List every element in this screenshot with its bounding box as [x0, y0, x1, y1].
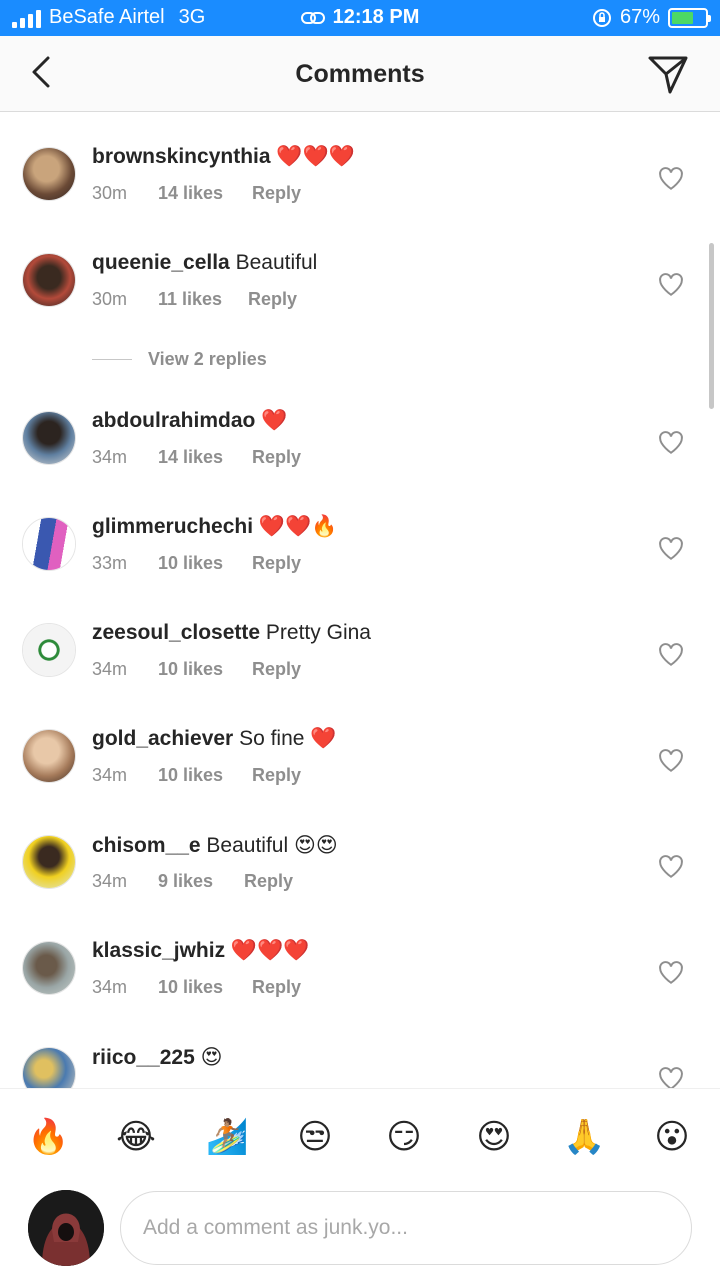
- reply-button[interactable]: Reply: [252, 659, 301, 680]
- comment-likes[interactable]: 11 likes: [158, 289, 248, 310]
- comment-text: So fine: [239, 727, 305, 750]
- hooded-figure-icon: [28, 1190, 104, 1266]
- avatar[interactable]: [22, 411, 76, 465]
- heart-icon[interactable]: [658, 1066, 684, 1088]
- comment-username[interactable]: gold_achiever: [92, 727, 233, 750]
- comments-list[interactable]: brownskincynthia ❤️❤️❤️ 30m 14 likes Reply…: [0, 113, 720, 1088]
- comment-time: 30m: [92, 289, 128, 309]
- comment-likes[interactable]: 14 likes: [158, 183, 252, 204]
- comment-time: 34m: [92, 977, 128, 997]
- comment-row: riico__225 😍: [0, 1045, 720, 1088]
- reply-button[interactable]: Reply: [244, 871, 293, 892]
- comment-composer: [0, 1184, 720, 1280]
- heart-icon[interactable]: [658, 430, 684, 456]
- comment-likes[interactable]: 10 likes: [158, 765, 252, 786]
- comment-row: chisom__e Beautiful 😍😍 34m 9 likes Reply: [0, 833, 720, 923]
- emoji-surfer-button[interactable]: 🏄🏽: [206, 1117, 248, 1157]
- comment-likes[interactable]: 14 likes: [158, 447, 252, 468]
- link-icon: [300, 11, 325, 24]
- comment-row: glimmeruchechi ❤️❤️🔥 33m 10 likes Reply: [0, 515, 720, 605]
- avatar[interactable]: [22, 1047, 76, 1088]
- emoji-laughing-button[interactable]: 😂: [116, 1117, 156, 1157]
- my-avatar[interactable]: [28, 1190, 104, 1266]
- comment-username[interactable]: glimmeruchechi: [92, 515, 253, 538]
- comment-emoji: ❤️: [261, 409, 288, 432]
- comment-likes[interactable]: 10 likes: [158, 659, 252, 680]
- comment-input[interactable]: [120, 1191, 692, 1265]
- comment-time: 34m: [92, 447, 128, 467]
- paper-plane-icon[interactable]: [646, 52, 690, 96]
- comment-emoji: 😍😍: [293, 834, 338, 857]
- reply-button[interactable]: Reply: [252, 765, 301, 786]
- emoji-heart-eyes-button[interactable]: 😍: [474, 1117, 514, 1157]
- comment-emoji: ❤️: [310, 727, 337, 750]
- avatar[interactable]: [22, 835, 76, 889]
- avatar[interactable]: [22, 253, 76, 307]
- comment-time: 34m: [92, 871, 128, 891]
- comment-time: 30m: [92, 183, 128, 203]
- comment-emoji: ❤️❤️🔥: [258, 515, 338, 538]
- heart-icon[interactable]: [658, 960, 684, 986]
- comment-username[interactable]: abdoulrahimdao: [92, 409, 255, 432]
- avatar[interactable]: [22, 729, 76, 783]
- comment-emoji: 😍: [200, 1046, 223, 1069]
- comment-time: 34m: [92, 659, 128, 679]
- reply-button[interactable]: Reply: [252, 977, 301, 998]
- comment-row: queenie_cella Beautiful 30m 11 likes Reply: [0, 251, 720, 341]
- avatar[interactable]: [22, 623, 76, 677]
- comment-username[interactable]: brownskincynthia: [92, 145, 271, 168]
- comment-text: Pretty Gina: [265, 621, 371, 644]
- comment-text: Beautiful: [206, 834, 289, 857]
- comment-username[interactable]: queenie_cella: [92, 251, 230, 274]
- reply-button[interactable]: Reply: [252, 447, 301, 468]
- comment-row: brownskincynthia ❤️❤️❤️ 30m 14 likes Reply: [0, 145, 720, 235]
- reply-button[interactable]: Reply: [252, 553, 301, 574]
- battery-icon: [668, 7, 711, 28]
- emoji-fire-button[interactable]: 🔥: [27, 1117, 69, 1157]
- clock: 12:18 PM: [332, 6, 420, 28]
- comment-text: Beautiful: [235, 251, 318, 274]
- avatar[interactable]: [22, 517, 76, 571]
- comment-username[interactable]: riico__225: [92, 1046, 195, 1069]
- comment-row: klassic_jwhiz ❤️❤️❤️ 34m 10 likes Reply: [0, 939, 720, 1029]
- comment-likes[interactable]: 10 likes: [158, 977, 252, 998]
- comment-emoji: ❤️❤️❤️: [230, 939, 310, 962]
- comment-username[interactable]: chisom__e: [92, 834, 201, 857]
- heart-icon[interactable]: [658, 642, 684, 668]
- heart-icon[interactable]: [658, 166, 684, 192]
- comment-emoji: ❤️❤️❤️: [276, 145, 355, 168]
- comment-username[interactable]: klassic_jwhiz: [92, 939, 225, 962]
- comment-row: abdoulrahimdao ❤️ 34m 14 likes Reply: [0, 409, 720, 499]
- comment-time: 33m: [92, 553, 128, 573]
- heart-icon[interactable]: [658, 272, 684, 298]
- comment-likes[interactable]: 9 likes: [158, 871, 244, 892]
- emoji-smirk-button[interactable]: 😏: [384, 1117, 424, 1157]
- avatar[interactable]: [22, 941, 76, 995]
- status-bar: BeSafe Airtel 3G 12:18 PM 67%: [0, 0, 720, 36]
- comment-username[interactable]: zeesoul_closette: [92, 621, 260, 644]
- avatar[interactable]: [22, 147, 76, 201]
- emoji-surprised-button[interactable]: 😮: [652, 1117, 692, 1157]
- emoji-unamused-button[interactable]: 😒: [295, 1117, 335, 1157]
- heart-icon[interactable]: [658, 536, 684, 562]
- page-title: Comments: [295, 60, 425, 88]
- view-replies-label[interactable]: View 2 replies: [148, 349, 267, 370]
- header: Comments: [0, 36, 720, 112]
- heart-icon[interactable]: [658, 854, 684, 880]
- comment-row: zeesoul_closette Pretty Gina 34m 10 likes…: [0, 621, 720, 711]
- comment-likes[interactable]: 10 likes: [158, 553, 252, 574]
- comment-time: 34m: [92, 765, 128, 785]
- battery-percent: 67%: [619, 6, 660, 28]
- status-right: 67%: [592, 6, 711, 29]
- reply-button[interactable]: Reply: [248, 289, 297, 310]
- quick-emoji-bar: 🔥 😂 🏄🏽 😒 😏 😍 🙏 😮: [0, 1088, 720, 1184]
- reply-button[interactable]: Reply: [252, 183, 301, 204]
- comment-row: gold_achiever So fine ❤️ 34m 10 likes Repl…: [0, 727, 720, 817]
- heart-icon[interactable]: [658, 748, 684, 774]
- emoji-pray-button[interactable]: 🙏: [563, 1117, 605, 1157]
- view-replies-button[interactable]: View 2 replies: [92, 349, 267, 370]
- rotation-lock-icon: [592, 8, 611, 27]
- replies-divider: [92, 359, 132, 360]
